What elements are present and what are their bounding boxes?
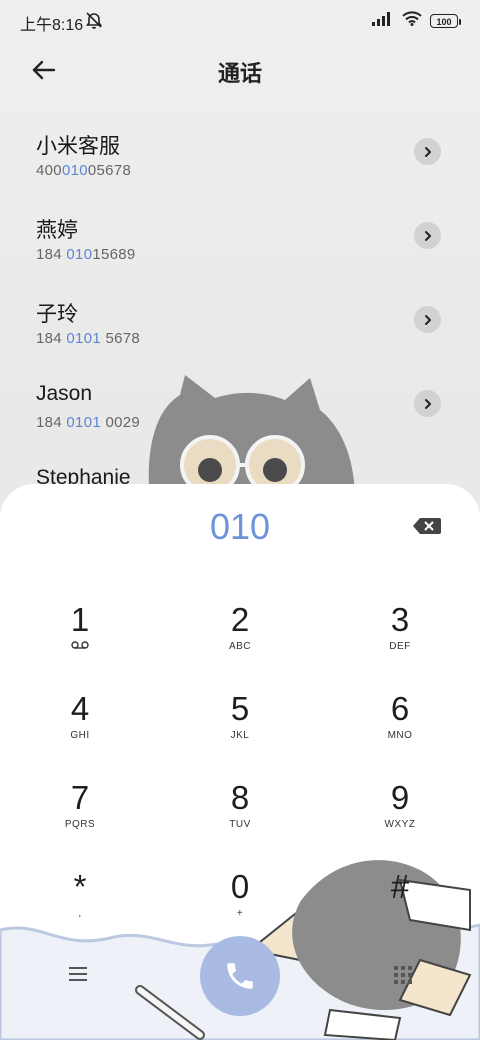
key-6[interactable]: 6 MNO [340, 691, 460, 771]
contact-name: Jason [36, 382, 93, 405]
chevron-right-icon[interactable] [414, 222, 441, 249]
dial-input[interactable]: 010 [0, 506, 480, 548]
key-3[interactable]: 3 DEF [340, 602, 460, 682]
chevron-right-icon[interactable] [414, 390, 441, 417]
status-right: 100 [372, 11, 461, 31]
contact-name: 子玲 [36, 303, 78, 326]
key-hash[interactable]: # [340, 869, 460, 949]
status-time: 上午8:16 [20, 17, 84, 34]
dialpad-toggle-button[interactable] [393, 965, 413, 990]
contact-row[interactable]: Jason 184 0101 0029 [0, 382, 480, 466]
dialpad-icon [394, 966, 412, 984]
contact-row[interactable]: 小米客服 40001005678 [0, 130, 480, 214]
contact-row[interactable]: 燕婷 184 01015689 [0, 214, 480, 298]
key-2[interactable]: 2 ABC [180, 602, 300, 682]
voicemail-icon [20, 641, 140, 652]
contact-row[interactable]: 子玲 184 0101 5678 [0, 298, 480, 382]
bell-mute-icon [84, 10, 104, 35]
call-button[interactable] [200, 936, 280, 1016]
contact-name: 燕婷 [36, 219, 78, 242]
key-1[interactable]: 1 [20, 602, 140, 682]
chevron-right-icon[interactable] [414, 138, 441, 165]
wifi-icon [402, 11, 422, 31]
menu-icon [69, 967, 87, 981]
contact-number: 184 01015689 [36, 246, 136, 263]
screen: 上午8:16 100 通话 小米客服 40001005678 燕婷 184 01… [0, 0, 480, 1040]
backspace-icon [413, 518, 441, 534]
battery-icon: 100 [430, 14, 461, 28]
header: 通话 [0, 48, 480, 92]
dialpad-sheet: 010 1 2 ABC 3 DEF 4 GHI 5 JKL 6 MNO 7 PQ… [0, 484, 480, 1040]
chevron-right-icon[interactable] [414, 306, 441, 333]
key-star[interactable]: *, [20, 869, 140, 949]
contact-number: 184 0101 0029 [36, 414, 141, 431]
key-4[interactable]: 4 GHI [20, 691, 140, 771]
contact-number: 40001005678 [36, 162, 132, 179]
delete-button[interactable] [412, 516, 442, 536]
contact-number: 184 0101 5678 [36, 330, 141, 347]
status-bar: 上午8:16 100 [0, 0, 480, 40]
key-5[interactable]: 5 JKL [180, 691, 300, 771]
signal-icon [372, 11, 394, 31]
page-title: 通话 [217, 61, 262, 86]
menu-button[interactable] [66, 962, 90, 986]
phone-icon [227, 963, 253, 989]
contact-name: 小米客服 [36, 135, 120, 158]
